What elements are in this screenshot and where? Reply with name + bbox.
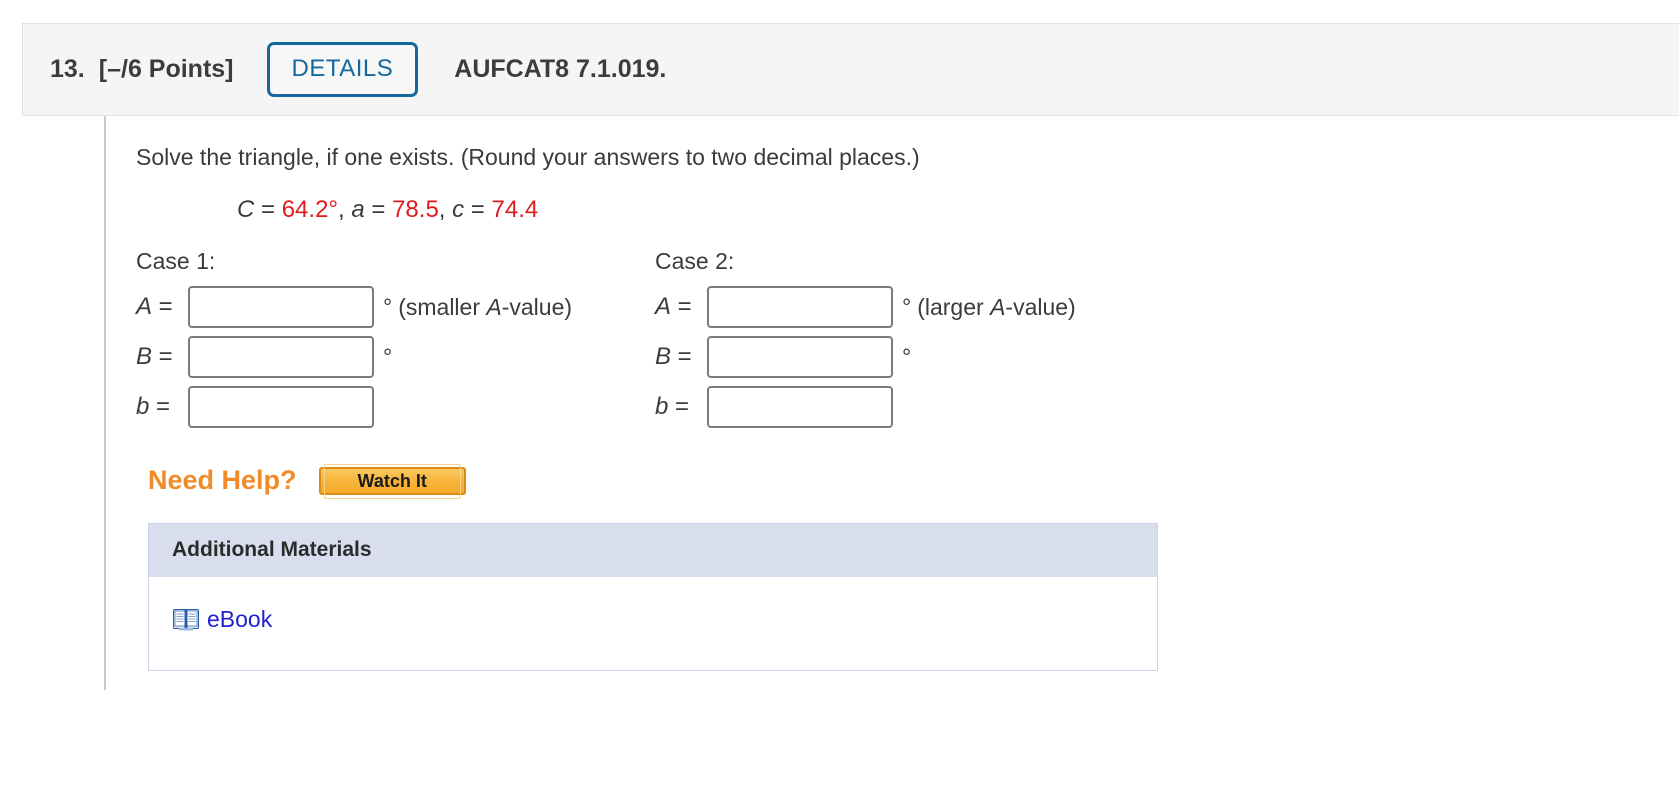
case-2-label-B: B = — [655, 343, 692, 371]
points-badge: [–/6 Points] — [98, 55, 234, 83]
ebook-link-label: eBook — [207, 606, 273, 633]
given-angle-c-label: C — [237, 196, 255, 224]
case-2-input-A[interactable] — [707, 286, 893, 329]
given-angle-c-value: 64.2° — [281, 196, 339, 224]
case-2-label-A: A = — [655, 293, 692, 321]
case-2-field-b: b = — [655, 385, 1076, 429]
given-side-c-value: 74.4 — [491, 196, 539, 224]
given-side-a-value: 78.5 — [392, 196, 439, 224]
case-2-label-b: b = — [655, 393, 690, 421]
given-values: C = 64.2°, a = 78.5, c = 74.4 — [237, 196, 1679, 224]
separator-2: , — [438, 196, 453, 224]
question-body: Solve the triangle, if one exists. (Roun… — [104, 116, 1679, 690]
case-2-hint-A: (larger A-value) — [917, 293, 1076, 320]
case-1-unit-A: ° — [383, 293, 393, 320]
equals-sign-3: = — [464, 196, 492, 224]
additional-materials-header: Additional Materials — [149, 524, 1157, 578]
case-2-title: Case 2: — [655, 248, 735, 275]
case-1-field-b: b = — [136, 385, 655, 429]
case-1-input-b[interactable] — [188, 386, 374, 429]
case-1-field-A: A = ° (smaller A-value) — [136, 285, 655, 329]
case-1-unit-B: ° — [383, 343, 393, 370]
ebook-link[interactable]: eBook — [173, 606, 272, 633]
case-2-field-A: A = ° (larger A-value) — [655, 285, 1076, 329]
equals-sign: = — [254, 196, 282, 224]
question-page: 13. [–/6 Points] DETAILS AUFCAT8 7.1.019… — [0, 0, 1679, 802]
case-1-label-b: b = — [136, 393, 171, 421]
case-2-unit-A: ° — [902, 293, 912, 320]
need-help-row: Need Help? Watch It — [148, 463, 1679, 499]
case-1-input-A[interactable] — [188, 286, 374, 329]
case-1-label-A: A = — [136, 293, 173, 321]
case-1-input-B[interactable] — [188, 336, 374, 379]
given-side-a-label: a — [351, 196, 365, 224]
case-2-column: Case 2: A = ° (larger A-value) B = ° b = — [655, 248, 1076, 435]
case-1-hint-A: (smaller A-value) — [398, 293, 573, 320]
case-1-field-B: B = ° — [136, 335, 655, 379]
question-prompt: Solve the triangle, if one exists. (Roun… — [136, 144, 920, 170]
case-1-column: Case 1: A = ° (smaller A-value) B = ° b … — [136, 248, 655, 435]
watch-it-button[interactable]: Watch It — [318, 463, 466, 499]
textbook-code: AUFCAT8 7.1.019. — [454, 55, 667, 83]
book-icon — [173, 608, 199, 631]
given-side-c-label: c — [452, 196, 465, 224]
equals-sign-2: = — [364, 196, 393, 224]
details-button[interactable]: DETAILS — [266, 42, 419, 97]
cases-container: Case 1: A = ° (smaller A-value) B = ° b … — [136, 248, 1679, 435]
case-2-input-b[interactable] — [707, 386, 893, 429]
additional-materials-body: eBook — [149, 577, 1157, 670]
question-header: 13. [–/6 Points] DETAILS AUFCAT8 7.1.019… — [22, 23, 1679, 116]
need-help-label: Need Help? — [148, 465, 297, 496]
case-2-unit-B: ° — [902, 343, 912, 370]
watch-it-label: Watch It — [323, 463, 461, 499]
additional-materials-panel: Additional Materials eBook — [148, 523, 1158, 671]
case-2-input-B[interactable] — [707, 336, 893, 379]
question-number: 13. — [50, 55, 85, 83]
separator-1: , — [338, 196, 352, 224]
case-2-field-B: B = ° — [655, 335, 1076, 379]
case-1-title: Case 1: — [136, 248, 216, 275]
case-1-label-B: B = — [136, 343, 173, 371]
